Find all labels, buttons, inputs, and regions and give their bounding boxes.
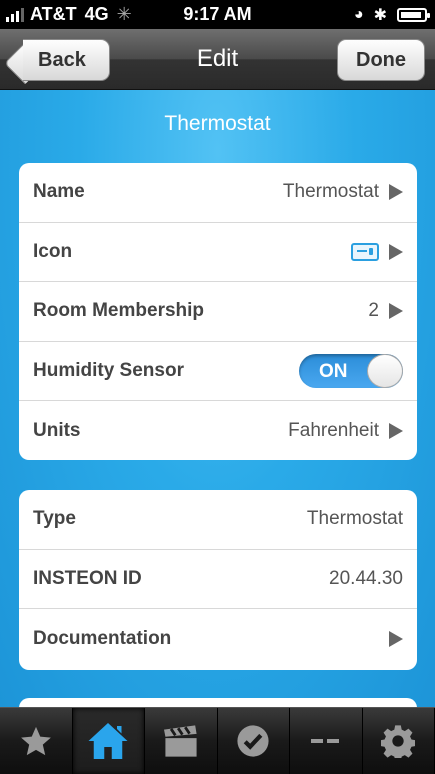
documentation-wrap bbox=[389, 630, 403, 647]
home-icon bbox=[88, 723, 128, 759]
tab-bar bbox=[0, 707, 435, 774]
name-value: Thermostat bbox=[282, 181, 379, 203]
room-value-wrap: 2 bbox=[368, 300, 403, 322]
tab-favorites[interactable] bbox=[0, 708, 73, 774]
name-value-wrap: Thermostat bbox=[283, 181, 403, 203]
type-value-wrap: Thermostat bbox=[307, 508, 403, 530]
insteon-id-wrap: 20.44.30 bbox=[329, 568, 403, 590]
bluetooth-icon: ✱ bbox=[373, 7, 387, 24]
chevron-right-icon bbox=[389, 422, 403, 439]
star-icon bbox=[20, 726, 51, 756]
icon-row[interactable]: Icon bbox=[19, 223, 417, 282]
units-label: Units bbox=[33, 419, 81, 441]
chevron-right-icon bbox=[389, 243, 403, 260]
humidity-sensor-label: Humidity Sensor bbox=[33, 359, 184, 381]
icon-label: Icon bbox=[33, 240, 73, 262]
type-row: Type Thermostat bbox=[19, 490, 417, 550]
tab-settings[interactable] bbox=[363, 708, 435, 774]
humidity-sensor-row: Humidity Sensor ON bbox=[19, 342, 417, 401]
humidity-sensor-toggle[interactable]: ON bbox=[299, 353, 403, 388]
units-value-wrap: Fahrenheit bbox=[288, 420, 403, 442]
tab-status[interactable] bbox=[218, 708, 290, 774]
units-value: Fahrenheit bbox=[288, 419, 379, 441]
settings-group: Name Thermostat Icon Room Membership 2 H… bbox=[19, 163, 417, 460]
documentation-label: Documentation bbox=[33, 627, 172, 649]
battery-icon bbox=[397, 8, 430, 22]
room-membership-label: Room Membership bbox=[33, 300, 205, 322]
content-area: Thermostat Name Thermostat Icon Room Mem… bbox=[0, 90, 435, 707]
clapboard-icon bbox=[163, 725, 197, 757]
insteon-id-value: 20.44.30 bbox=[329, 567, 403, 589]
insteon-id-row: INSTEON ID 20.44.30 bbox=[19, 550, 417, 609]
status-bar: AT&T 4G ✳ 9:17 AM ◕ ✱ bbox=[0, 0, 435, 29]
device-title: Thermostat bbox=[164, 112, 271, 135]
icon-value-wrap bbox=[351, 242, 403, 261]
units-row[interactable]: Units Fahrenheit bbox=[19, 401, 417, 460]
status-right: ◕ ✱ bbox=[353, 5, 430, 25]
chevron-right-icon bbox=[389, 184, 403, 201]
dashes-icon bbox=[310, 739, 339, 743]
room-membership-value: 2 bbox=[368, 300, 379, 322]
checkmark-circle-icon bbox=[237, 725, 269, 757]
tab-more[interactable] bbox=[290, 708, 363, 774]
nav-bar: Back Edit Done bbox=[0, 29, 435, 90]
alarm-icon: ◕ bbox=[353, 6, 364, 23]
tab-scenes[interactable] bbox=[145, 708, 218, 774]
toggle-knob bbox=[367, 353, 403, 388]
done-button[interactable]: Done bbox=[337, 39, 425, 81]
gear-icon bbox=[381, 725, 416, 758]
info-group: Type Thermostat INSTEON ID 20.44.30 Docu… bbox=[19, 490, 417, 670]
thermostat-device-icon bbox=[351, 242, 379, 261]
tab-home[interactable] bbox=[72, 708, 145, 774]
name-label: Name bbox=[33, 181, 85, 203]
room-membership-row[interactable]: Room Membership 2 bbox=[19, 282, 417, 342]
type-value: Thermostat bbox=[306, 508, 403, 530]
humidity-toggle-wrap: ON bbox=[299, 353, 403, 388]
name-row[interactable]: Name Thermostat bbox=[19, 163, 417, 223]
documentation-row[interactable]: Documentation bbox=[19, 609, 417, 669]
type-label: Type bbox=[33, 508, 76, 530]
chevron-right-icon bbox=[389, 303, 403, 320]
chevron-right-icon bbox=[389, 630, 403, 647]
insteon-id-label: INSTEON ID bbox=[33, 567, 142, 589]
toggle-state-label: ON bbox=[319, 360, 348, 382]
partial-group bbox=[19, 698, 417, 707]
